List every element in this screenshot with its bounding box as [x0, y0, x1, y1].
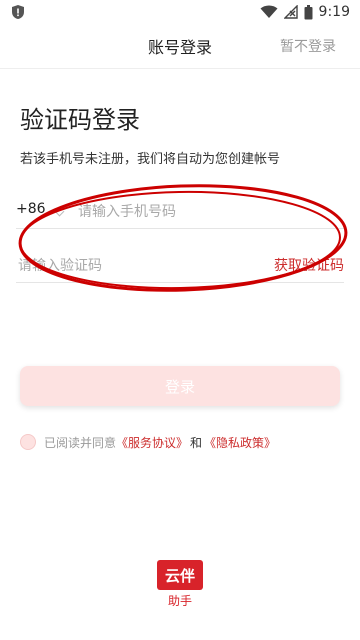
- code-row: 获取验证码: [16, 248, 344, 283]
- logo-mark: 云伴: [157, 560, 203, 590]
- page-title: 验证码登录: [20, 106, 140, 134]
- page-subtitle: 若该手机号未注册，我们将自动为您创建帐号: [20, 152, 281, 167]
- get-code-button[interactable]: 获取验证码: [274, 255, 344, 275]
- verification-code-input[interactable]: [16, 252, 220, 280]
- agreement-and: 和: [190, 435, 203, 450]
- wifi-icon: [260, 5, 278, 18]
- battery-icon: [304, 4, 313, 19]
- service-agreement-link[interactable]: 《服务协议》: [116, 434, 188, 451]
- login-button[interactable]: 登录: [20, 366, 340, 406]
- annotation-ellipse: [18, 184, 348, 292]
- header-bar: 账号登录 暂不登录: [0, 24, 360, 69]
- chevron-down-icon[interactable]: [54, 206, 65, 217]
- status-time: 9:19: [318, 4, 350, 20]
- agreement-row: 已阅读并同意 《服务协议》 和 《隐私政策》: [20, 432, 276, 452]
- app-logo: 云伴 助手: [157, 560, 203, 608]
- country-code-selector[interactable]: +86: [16, 201, 46, 217]
- skip-login-button[interactable]: 暂不登录: [280, 36, 336, 56]
- phone-row: +86: [16, 194, 344, 229]
- logo-subtitle: 助手: [167, 594, 192, 608]
- privacy-policy-link[interactable]: 《隐私政策》: [204, 434, 276, 451]
- signal-icon: [283, 5, 298, 19]
- agreement-checkbox[interactable]: [20, 434, 36, 450]
- status-right: 9:19: [260, 3, 350, 21]
- phone-input[interactable]: [76, 198, 320, 226]
- agreement-prefix: 已阅读并同意: [44, 435, 117, 450]
- shield-icon: [12, 5, 24, 19]
- status-bar: 9:19: [0, 0, 360, 24]
